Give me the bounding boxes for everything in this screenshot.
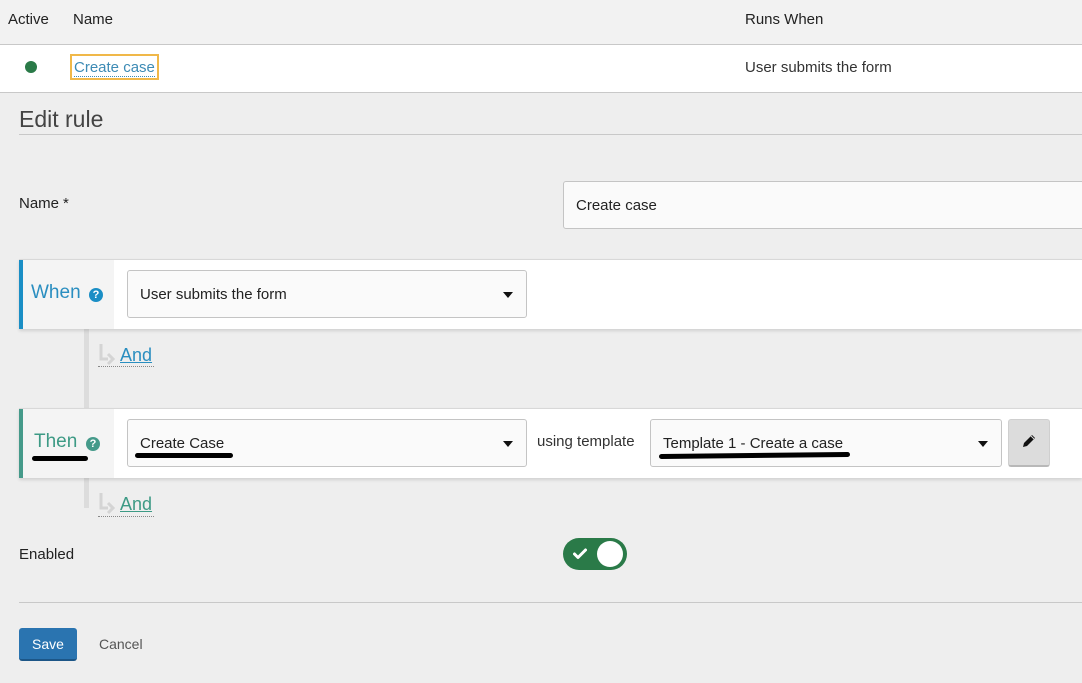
and-dotted-underline <box>98 366 154 367</box>
rules-table-header: Active Name Runs When <box>0 0 1082 45</box>
caret-down-icon <box>978 441 988 447</box>
trigger-select-value: User submits the form <box>140 286 287 303</box>
enabled-label: Enabled <box>19 546 75 563</box>
save-button[interactable]: Save <box>19 628 77 661</box>
when-then-connector <box>84 329 89 409</box>
using-template-label: using template <box>537 433 635 450</box>
then-block: Then ? Create Case using template Templa… <box>19 408 1082 478</box>
action-select[interactable]: Create Case <box>127 419 527 467</box>
then-add-and-link[interactable]: And <box>120 494 152 515</box>
and-dotted-underline <box>98 516 154 517</box>
column-header-active: Active <box>8 11 49 28</box>
runs-when-cell: User submits the form <box>745 59 892 76</box>
question-circle-icon[interactable]: ? <box>89 288 103 302</box>
arrow-turn-right-icon <box>99 493 116 515</box>
rule-name-link[interactable]: Create case <box>70 54 159 80</box>
toggle-knob <box>597 541 623 567</box>
question-circle-icon[interactable]: ? <box>86 437 100 451</box>
when-add-and-link[interactable]: And <box>120 345 152 366</box>
when-block: When ? User submits the form <box>19 259 1082 329</box>
caret-down-icon <box>503 292 513 298</box>
annotation-underline <box>32 456 88 461</box>
then-tag: Then ? <box>19 409 114 478</box>
table-row[interactable]: Create case User submits the form <box>0 45 1082 93</box>
active-status-icon <box>25 61 37 73</box>
when-accent-bar <box>19 260 23 329</box>
then-label: Then <box>34 431 78 452</box>
cancel-button[interactable]: Cancel <box>99 636 143 652</box>
arrow-turn-right-icon <box>99 344 116 366</box>
annotation-underline <box>135 453 233 458</box>
edit-template-button[interactable] <box>1008 419 1050 467</box>
then-accent-bar <box>19 409 23 478</box>
name-label-text: Name <box>19 195 60 212</box>
template-select[interactable]: Template 1 - Create a case <box>650 419 1002 467</box>
footer-divider <box>19 602 1082 603</box>
trigger-select[interactable]: User submits the form <box>127 270 527 318</box>
action-select-value: Create Case <box>140 435 225 452</box>
rule-name-input[interactable] <box>563 181 1082 229</box>
then-connector <box>84 478 89 508</box>
edit-rule-title: Edit rule <box>19 106 104 132</box>
column-header-name: Name <box>73 11 114 28</box>
rule-name-text: Create case <box>74 59 155 77</box>
name-label: Name * <box>19 195 69 212</box>
pencil-icon <box>1023 435 1035 447</box>
check-icon <box>573 548 587 559</box>
when-tag: When ? <box>19 260 114 329</box>
enabled-toggle[interactable] <box>563 538 627 570</box>
required-marker: * <box>63 195 69 212</box>
template-select-value: Template 1 - Create a case <box>663 435 844 452</box>
title-divider <box>19 134 1082 135</box>
caret-down-icon <box>503 441 513 447</box>
when-label: When <box>31 282 81 303</box>
column-header-runs-when: Runs When <box>745 11 824 28</box>
